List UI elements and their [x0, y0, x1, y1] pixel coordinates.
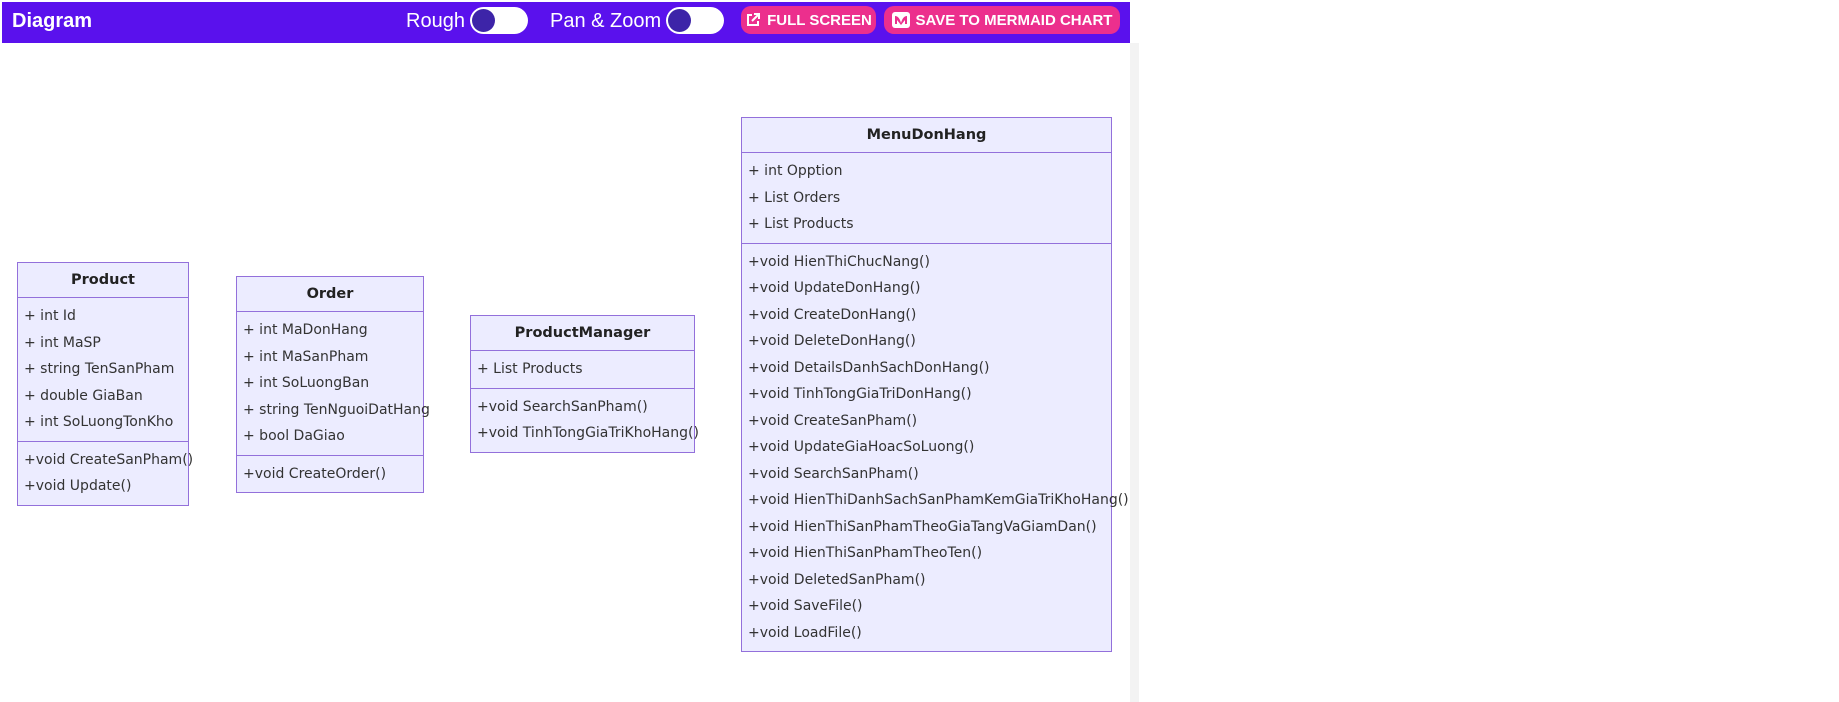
method: +void DetailsDanhSachDonHang() [748, 359, 990, 376]
full-screen-label: FULL SCREEN [767, 11, 872, 29]
method: +void SaveFile() [748, 598, 863, 614]
save-to-mermaid-chart-button[interactable]: SAVE TO MERMAID CHART [884, 6, 1120, 34]
attribute: + bool DaGiao [243, 428, 345, 444]
class-product: Product + int Id + int MaSP + string Ten… [17, 262, 194, 506]
method: +void DeleteDonHang() [748, 333, 916, 349]
attribute: + int SoLuongBan [243, 375, 370, 391]
attributes-section: + int Id + int MaSP + string TenSanPham … [18, 298, 188, 441]
method: +void TinhTongGiaTriDonHang() [748, 386, 972, 402]
attribute: + List Products [748, 216, 854, 232]
attributes-section: + List Products [471, 351, 694, 388]
class-order: Order + int MaDonHang + int MaSanPham + … [236, 276, 430, 493]
toolbar: Diagram Rough Pan & Zoom FULL SCREEN SAV… [2, 2, 1130, 43]
external-link-icon [745, 12, 761, 28]
attribute: + double GiaBan [24, 387, 143, 404]
attribute: + string TenSanPham [24, 361, 175, 377]
method: +void Update() [24, 478, 132, 494]
full-screen-button[interactable]: FULL SCREEN [741, 6, 876, 34]
class-menu-don-hang: MenuDonHang + int Opption + List Orders … [741, 117, 1129, 652]
method: +void SearchSanPham() [477, 398, 648, 415]
rough-toggle-label: Rough [406, 10, 465, 32]
methods-section: +void SearchSanPham() +void TinhTongGiaT… [471, 387, 699, 452]
method: +void HienThiSanPhamTheoTen() [748, 545, 983, 561]
method: +void HienThiChucNang() [748, 253, 930, 270]
method: +void LoadFile() [748, 624, 862, 641]
attribute: + int Opption [748, 163, 843, 179]
pan-zoom-toggle-knob [668, 9, 691, 32]
method: +void HienThiDanhSachSanPhamKemGiaTriKho… [748, 492, 1129, 508]
method: +void UpdateGiaHoacSoLuong() [748, 439, 975, 455]
app-title: Diagram [12, 10, 93, 32]
class-name: ProductManager [471, 316, 694, 351]
rough-toggle-knob [472, 9, 495, 32]
attribute: + List Orders [748, 189, 841, 206]
attribute: + string TenNguoiDatHang [243, 401, 430, 418]
methods-section: +void HienThiChucNang() +void UpdateDonH… [742, 242, 1129, 652]
class-product-manager: ProductManager + List Products +void Sea… [470, 315, 699, 453]
method: +void CreateDonHang() [748, 306, 917, 323]
method: +void TinhTongGiaTriKhoHang() [477, 425, 699, 441]
method: +void DeletedSanPham() [748, 571, 926, 588]
method: +void CreateOrder() [243, 465, 387, 482]
class-name: Product [18, 263, 188, 298]
methods-section: +void CreateSanPham() +void Update() [18, 440, 194, 505]
save-to-mermaid-chart-label: SAVE TO MERMAID CHART [915, 11, 1113, 29]
attributes-section: + int Opption + List Orders + List Produ… [742, 153, 1111, 243]
methods-section: +void CreateOrder() [237, 454, 423, 493]
class-name: MenuDonHang [742, 118, 1111, 153]
class-name: Order [237, 277, 423, 312]
mermaid-logo-icon [891, 12, 910, 28]
attribute: + int Id [24, 308, 76, 324]
method: +void CreateSanPham() [24, 451, 194, 468]
pan-zoom-toggle[interactable] [666, 7, 724, 34]
method: +void CreateSanPham() [748, 412, 918, 429]
attribute: + int MaSanPham [243, 348, 369, 365]
method: +void UpdateDonHang() [748, 280, 921, 296]
attribute: + int MaDonHang [243, 322, 368, 338]
canvas-scroll-edge [1130, 43, 1139, 702]
pan-zoom-toggle-label: Pan & Zoom [550, 10, 662, 32]
attribute: + int MaSP [24, 334, 101, 351]
attribute: + int SoLuongTonKho [24, 414, 174, 430]
method: +void HienThiSanPhamTheoGiaTangVaGiamDan… [748, 518, 1097, 535]
rough-toggle[interactable] [470, 7, 528, 34]
method: +void SearchSanPham() [748, 465, 919, 482]
attribute: + List Products [477, 361, 583, 377]
attributes-section: + int MaDonHang + int MaSanPham + int So… [237, 312, 430, 455]
